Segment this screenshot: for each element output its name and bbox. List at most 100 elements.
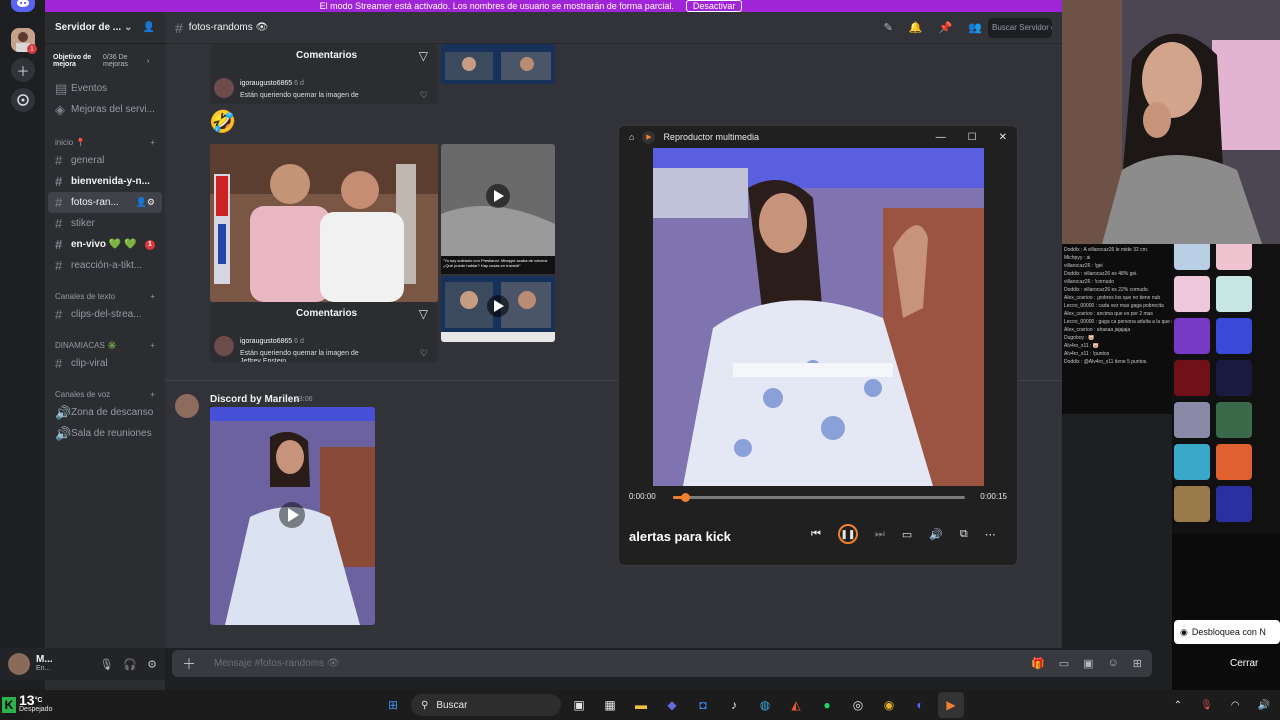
taskbar-search[interactable]: ⚲ Buscar bbox=[411, 694, 561, 716]
add-channel-icon[interactable]: + bbox=[150, 341, 155, 350]
add-channel-icon[interactable]: + bbox=[150, 390, 155, 399]
post-photo[interactable] bbox=[210, 144, 438, 302]
volume-icon[interactable]: 🔊 bbox=[929, 528, 943, 541]
sticker-icon[interactable]: ▣ bbox=[1083, 657, 1093, 670]
microphone-icon[interactable]: 🎙 bbox=[99, 658, 113, 671]
channel-general[interactable]: # general bbox=[45, 150, 165, 171]
task-view-icon[interactable]: ▣ bbox=[566, 692, 592, 718]
close-button[interactable]: Cerrar bbox=[1230, 658, 1258, 669]
seek-bar[interactable] bbox=[673, 493, 965, 502]
video-frame[interactable] bbox=[653, 148, 984, 486]
channel-clips[interactable]: # clips-del-strea... bbox=[45, 304, 165, 325]
discord-home-icon[interactable] bbox=[11, 0, 35, 12]
home-icon[interactable]: ⌂ bbox=[629, 132, 634, 142]
category-dinamicas[interactable]: DINAMIACAS ✳️ + bbox=[45, 325, 165, 353]
seek-handle[interactable] bbox=[680, 493, 690, 502]
spotify-icon[interactable]: ● bbox=[814, 692, 840, 718]
channel-en-vivo[interactable]: # en-vivo 💚 💚 1 bbox=[45, 234, 165, 255]
embed-card[interactable]: Comentarios ▽ igoraugusto6865 6 d Están … bbox=[210, 302, 438, 362]
message-author[interactable]: Discord by Marilen bbox=[210, 394, 299, 405]
weather-widget[interactable]: K 13°C Despejado bbox=[0, 693, 80, 714]
server-header[interactable]: Servidor de ... ⌄ 👤 bbox=[45, 12, 165, 44]
bell-icon[interactable]: 🔔 bbox=[909, 21, 923, 34]
news-thumbnail[interactable] bbox=[441, 44, 555, 84]
theme-swatch[interactable] bbox=[1174, 276, 1210, 312]
add-server-icon[interactable]: ＋ bbox=[11, 58, 35, 82]
search-input[interactable]: Buscar Servidor de ... bbox=[988, 17, 1052, 38]
video-thumbnail[interactable] bbox=[441, 144, 555, 264]
more-options-icon[interactable]: ⋯ bbox=[985, 528, 996, 541]
chevron-up-icon[interactable]: ⌃ bbox=[1174, 700, 1182, 711]
category-inicio[interactable]: inicio 📍 + bbox=[45, 128, 165, 150]
theme-swatch[interactable] bbox=[1174, 360, 1210, 396]
miniplayer-icon[interactable]: ⧉ bbox=[960, 528, 968, 541]
emoji-icon[interactable]: ☺ bbox=[1108, 657, 1119, 670]
widgets-icon[interactable]: ▦ bbox=[597, 692, 623, 718]
teams-icon[interactable]: ◆ bbox=[659, 692, 685, 718]
channel-bienvenida[interactable]: # bienvenida-y-n... bbox=[45, 171, 165, 192]
avatar[interactable] bbox=[175, 394, 199, 418]
theme-swatch[interactable] bbox=[1174, 244, 1210, 270]
theme-swatch[interactable] bbox=[1216, 402, 1252, 438]
pin-icon[interactable]: 📌 bbox=[939, 21, 953, 34]
add-attachment-icon[interactable]: ＋ bbox=[182, 654, 196, 674]
members-icon[interactable]: 👥 bbox=[968, 21, 982, 34]
apps-icon[interactable]: ⊞ bbox=[1133, 657, 1142, 670]
filter-icon[interactable]: ▽ bbox=[419, 49, 428, 63]
channel-clip-viral[interactable]: # clip-viral bbox=[45, 353, 165, 374]
file-explorer-icon[interactable]: ▬ bbox=[628, 692, 654, 718]
heart-icon[interactable]: ♡ bbox=[420, 90, 428, 101]
embed-card[interactable]: Comentarios ▽ igoraugusto6865 6 d Están … bbox=[210, 44, 438, 104]
theme-swatch[interactable] bbox=[1216, 486, 1252, 522]
channel-reaccion[interactable]: # reacción-a-tikt... bbox=[45, 255, 165, 276]
outlook-icon[interactable]: ◘ bbox=[690, 692, 716, 718]
category-text[interactable]: Canales de texto + bbox=[45, 276, 165, 304]
theme-swatch[interactable] bbox=[1216, 276, 1252, 312]
media-player-icon[interactable]: ▶ bbox=[938, 692, 964, 718]
theme-swatch[interactable] bbox=[1174, 486, 1210, 522]
minimize-icon[interactable]: — bbox=[936, 132, 946, 143]
filter-icon[interactable]: ▽ bbox=[419, 307, 428, 321]
voice-channel-descanso[interactable]: 🔊 Zona de descanso bbox=[45, 402, 165, 423]
unlock-button[interactable]: ◉ Desbloquea con N bbox=[1174, 620, 1280, 644]
discord-icon[interactable]: ◐ bbox=[907, 692, 933, 718]
gift-icon[interactable]: 🎁 bbox=[1031, 657, 1045, 670]
threads-icon[interactable]: ✎ bbox=[884, 21, 893, 34]
gear-icon[interactable]: ⚙ bbox=[147, 658, 157, 671]
headphones-icon[interactable]: 🎧 bbox=[123, 658, 137, 671]
theme-swatch[interactable] bbox=[1216, 444, 1252, 480]
theme-swatch[interactable] bbox=[1174, 444, 1210, 480]
nav-boosts[interactable]: ◈ Mejoras del servi... bbox=[45, 99, 165, 120]
gif-icon[interactable]: ▭ bbox=[1059, 657, 1069, 670]
previous-icon[interactable]: ⏮ bbox=[811, 528, 821, 541]
theme-swatch[interactable] bbox=[1216, 318, 1252, 354]
chrome-icon[interactable]: ◉ bbox=[876, 692, 902, 718]
channel-fotos-randoms[interactable]: # fotos-ran... 👤⚙ bbox=[48, 192, 162, 213]
pause-button[interactable]: ❚❚ bbox=[837, 524, 858, 544]
boost-goal[interactable]: Objetivo de mejora 0/36 De mejoras › bbox=[53, 50, 157, 72]
add-user-icon[interactable]: 👤 bbox=[143, 22, 155, 33]
message-input[interactable]: Mensaje #fotos-randoms 👁 bbox=[214, 658, 340, 669]
tiktok-icon[interactable]: ♪ bbox=[721, 692, 747, 718]
voice-channel-reuniones[interactable]: 🔊 Sala de reuniones bbox=[45, 423, 165, 444]
close-icon[interactable]: ✕ bbox=[999, 132, 1007, 143]
avatar[interactable] bbox=[8, 653, 30, 675]
next-icon[interactable]: ⏭ bbox=[875, 528, 885, 541]
message-composer[interactable]: ＋ Mensaje #fotos-randoms 👁 🎁 ▭ ▣ ☺ ⊞ bbox=[172, 650, 1152, 677]
news-thumbnail[interactable] bbox=[441, 276, 555, 342]
brave-icon[interactable]: ◭ bbox=[783, 692, 809, 718]
obs-icon[interactable]: ◎ bbox=[845, 692, 871, 718]
settings-gear-icon[interactable]: 👤⚙ bbox=[136, 197, 155, 208]
maximize-icon[interactable]: ☐ bbox=[968, 132, 977, 143]
edge-icon[interactable]: ◍ bbox=[752, 692, 778, 718]
add-channel-icon[interactable]: + bbox=[150, 292, 155, 301]
deactivate-button[interactable]: Desactivar bbox=[685, 0, 743, 12]
theme-swatch[interactable] bbox=[1174, 402, 1210, 438]
theme-swatch[interactable] bbox=[1216, 244, 1252, 270]
chevron-down-icon[interactable]: ⌄ bbox=[124, 22, 132, 33]
subtitles-icon[interactable]: ▭ bbox=[902, 528, 912, 541]
add-channel-icon[interactable]: + bbox=[150, 138, 155, 147]
wifi-icon[interactable]: ◠ bbox=[1231, 700, 1240, 711]
heart-icon[interactable]: ♡ bbox=[420, 348, 428, 359]
nav-events[interactable]: ▤ Eventos bbox=[45, 78, 165, 99]
